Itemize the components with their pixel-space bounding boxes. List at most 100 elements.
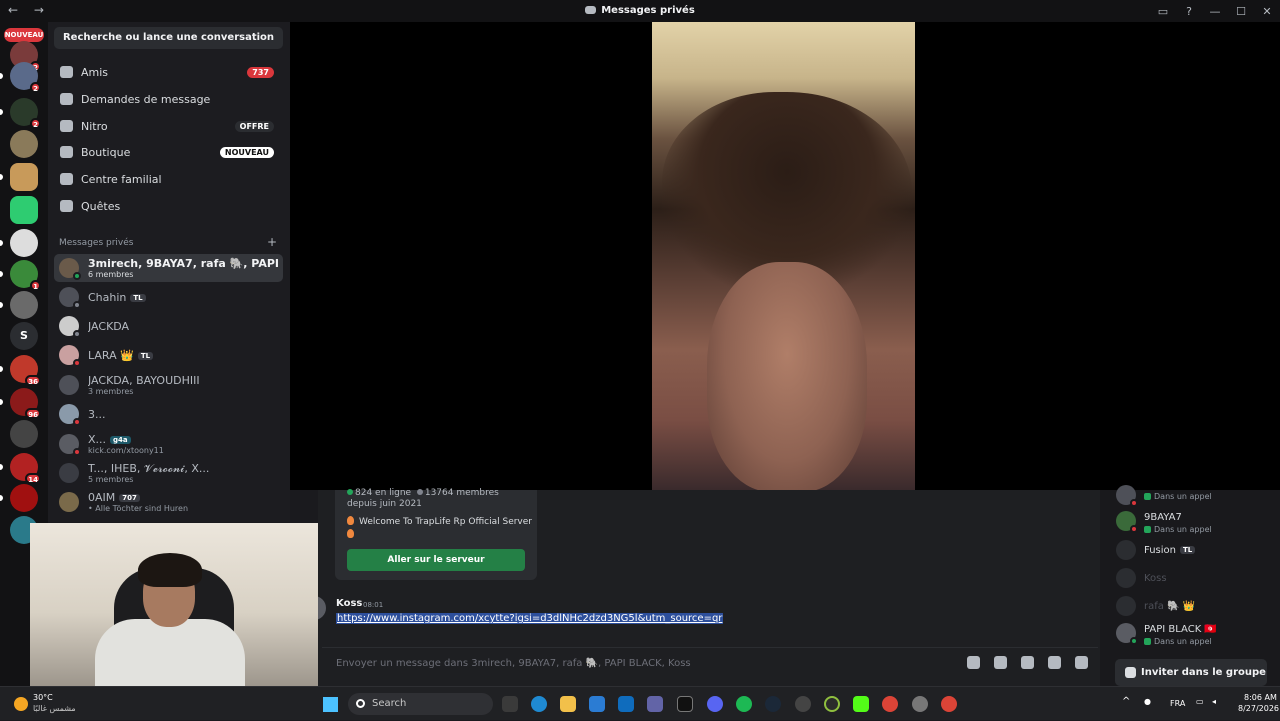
kick-icon[interactable] bbox=[853, 696, 869, 712]
spotify-icon[interactable] bbox=[736, 696, 752, 712]
avatar bbox=[1116, 623, 1138, 645]
server-icon[interactable] bbox=[10, 420, 38, 448]
server-icon[interactable] bbox=[10, 196, 38, 224]
join-server-button[interactable]: Aller sur le serveur bbox=[347, 549, 525, 571]
server-icon[interactable] bbox=[0, 229, 38, 257]
file-explorer-icon[interactable] bbox=[560, 696, 576, 712]
dm-item[interactable]: 3... bbox=[54, 400, 283, 428]
language-indicator[interactable]: FRA bbox=[1170, 699, 1185, 708]
message-author[interactable]: Koss bbox=[336, 598, 362, 609]
dm-item[interactable]: JACKDA bbox=[54, 312, 283, 340]
dm-item[interactable]: 0AIM 707 • Alle Töchter sind Huren bbox=[54, 488, 283, 516]
steam-icon[interactable] bbox=[765, 696, 781, 712]
settings-icon[interactable] bbox=[912, 696, 928, 712]
nav-label: Demandes de message bbox=[81, 92, 211, 106]
tag-badge: TL bbox=[130, 294, 146, 302]
server-description: Welcome To TrapLife Rp Official Server bbox=[347, 516, 532, 542]
participant-video-feed[interactable] bbox=[652, 22, 915, 492]
message-input[interactable]: Envoyer un message dans 3mirech, 9BAYA7,… bbox=[322, 647, 1098, 679]
dm-name: 0AIM bbox=[88, 491, 116, 504]
chevron-up-icon[interactable]: ^ bbox=[1122, 696, 1130, 707]
nav-shop[interactable]: Boutique NOUVEAU bbox=[54, 139, 283, 165]
member-item[interactable]: Koss bbox=[1116, 565, 1276, 593]
chrome-icon[interactable] bbox=[941, 696, 957, 712]
dm-item[interactable]: JACKDA, BAYOUDHIII 3 membres bbox=[54, 371, 283, 399]
discord-icon bbox=[585, 6, 597, 14]
edge-icon[interactable] bbox=[531, 696, 547, 712]
server-icon[interactable] bbox=[0, 484, 38, 512]
fire-icon bbox=[347, 516, 354, 525]
nav-label: Centre familial bbox=[81, 172, 162, 186]
nav-friends[interactable]: Amis 737 bbox=[54, 59, 283, 85]
online-count: 824 en ligne bbox=[355, 488, 412, 498]
member-item[interactable]: Fusion TL bbox=[1116, 537, 1276, 565]
server-icon[interactable] bbox=[0, 291, 38, 319]
taskbar: 30°C مشمس غالبًا Search ^ ● FRA ▭ ◂ 8:06… bbox=[0, 686, 1280, 720]
store-icon[interactable] bbox=[618, 696, 634, 712]
window-controls: ▭ ? — ☐ ✕ bbox=[1150, 0, 1280, 22]
inbox-icon[interactable]: ▭ bbox=[1150, 5, 1176, 18]
server-icon[interactable] bbox=[0, 163, 38, 191]
clock-time[interactable]: 8:06 AM bbox=[1244, 693, 1277, 702]
teams-icon[interactable] bbox=[647, 696, 663, 712]
server-icon[interactable]: 96 bbox=[0, 388, 41, 419]
discord-taskbar-icon[interactable] bbox=[707, 696, 723, 712]
server-icon[interactable]: 2 bbox=[0, 98, 41, 129]
gift-icon[interactable] bbox=[967, 656, 980, 669]
member-item[interactable]: rafa 🐘 👑 bbox=[1116, 593, 1276, 621]
microphone-icon[interactable]: ● bbox=[1144, 697, 1151, 706]
invite-to-group-button[interactable]: Inviter dans le groupe p... bbox=[1115, 659, 1267, 686]
apps-icon[interactable] bbox=[1075, 656, 1088, 669]
sticker-icon[interactable] bbox=[1021, 656, 1034, 669]
friends-icon bbox=[60, 66, 73, 78]
help-icon[interactable]: ? bbox=[1176, 5, 1202, 18]
dm-item[interactable]: T..., IHEB, 𝓥𝓮𝓻𝓸𝓸𝓷𝓲, X... 5 membres bbox=[54, 459, 283, 487]
search-icon bbox=[356, 699, 365, 708]
app-icon[interactable] bbox=[824, 696, 840, 712]
member-item[interactable]: PAPI BLACK 🇹🇳 Dans un appel bbox=[1116, 620, 1276, 648]
clock-date[interactable]: 8/27/2026 bbox=[1238, 704, 1279, 713]
network-icon[interactable]: ▭ bbox=[1196, 697, 1204, 706]
member-item[interactable]: Dans un appel bbox=[1116, 482, 1276, 510]
server-icon[interactable]: S bbox=[10, 322, 38, 350]
maximize-button[interactable]: ☐ bbox=[1228, 5, 1254, 18]
mention-badge: 14 bbox=[25, 473, 41, 484]
server-icon[interactable] bbox=[10, 130, 38, 158]
minimize-button[interactable]: — bbox=[1202, 5, 1228, 18]
terminal-icon[interactable] bbox=[677, 696, 693, 712]
offer-badge: OFFRE bbox=[234, 120, 274, 132]
dm-item[interactable]: LARA 👑 TL bbox=[54, 341, 283, 369]
server-icon[interactable]: 36 bbox=[0, 355, 41, 386]
chrome-icon[interactable] bbox=[882, 696, 898, 712]
volume-icon[interactable]: ◂ bbox=[1212, 697, 1216, 706]
server-icon[interactable]: 2 bbox=[0, 62, 41, 93]
nav-family-center[interactable]: Centre familial bbox=[54, 166, 283, 192]
avatar bbox=[1116, 540, 1136, 560]
app-icon[interactable] bbox=[795, 696, 811, 712]
start-button[interactable] bbox=[323, 697, 338, 712]
dm-item[interactable]: Chahin TL bbox=[54, 283, 283, 311]
taskbar-search[interactable]: Search bbox=[348, 693, 493, 715]
nav-message-requests[interactable]: Demandes de message bbox=[54, 86, 283, 112]
outlook-icon[interactable] bbox=[589, 696, 605, 712]
message-link[interactable]: https://www.instagram.com/xcytte?igsi=d3… bbox=[336, 613, 724, 624]
close-button[interactable]: ✕ bbox=[1254, 5, 1280, 18]
dm-subtitle: kick.com/xtoony11 bbox=[88, 446, 164, 455]
call-video-area[interactable] bbox=[290, 22, 1280, 492]
server-icon[interactable]: 1 bbox=[0, 260, 41, 291]
emoji-icon[interactable] bbox=[1048, 656, 1061, 669]
gif-icon[interactable] bbox=[994, 656, 1007, 669]
server-stats: 824 en ligne 13764 membres bbox=[347, 488, 499, 498]
dm-subtitle: • Alle Töchter sind Huren bbox=[88, 504, 189, 513]
create-dm-button[interactable]: + bbox=[267, 235, 277, 249]
dm-item[interactable]: 3mirech, 9BAYA7, rafa 🐘, PAPI BLACK,... … bbox=[54, 254, 283, 282]
member-item[interactable]: 9BAYA7 Dans un appel bbox=[1116, 508, 1276, 536]
task-view-icon[interactable] bbox=[502, 696, 518, 712]
find-conversation-button[interactable]: Recherche ou lance une conversation bbox=[54, 27, 283, 49]
mail-icon bbox=[60, 93, 73, 105]
nav-quests[interactable]: Quêtes bbox=[54, 193, 283, 219]
nav-nitro[interactable]: Nitro OFFRE bbox=[54, 113, 283, 139]
server-icon[interactable]: 14 bbox=[0, 453, 41, 484]
dm-item[interactable]: X... g4a kick.com/xtoony11 bbox=[54, 430, 283, 458]
dm-name: LARA 👑 bbox=[88, 349, 134, 362]
